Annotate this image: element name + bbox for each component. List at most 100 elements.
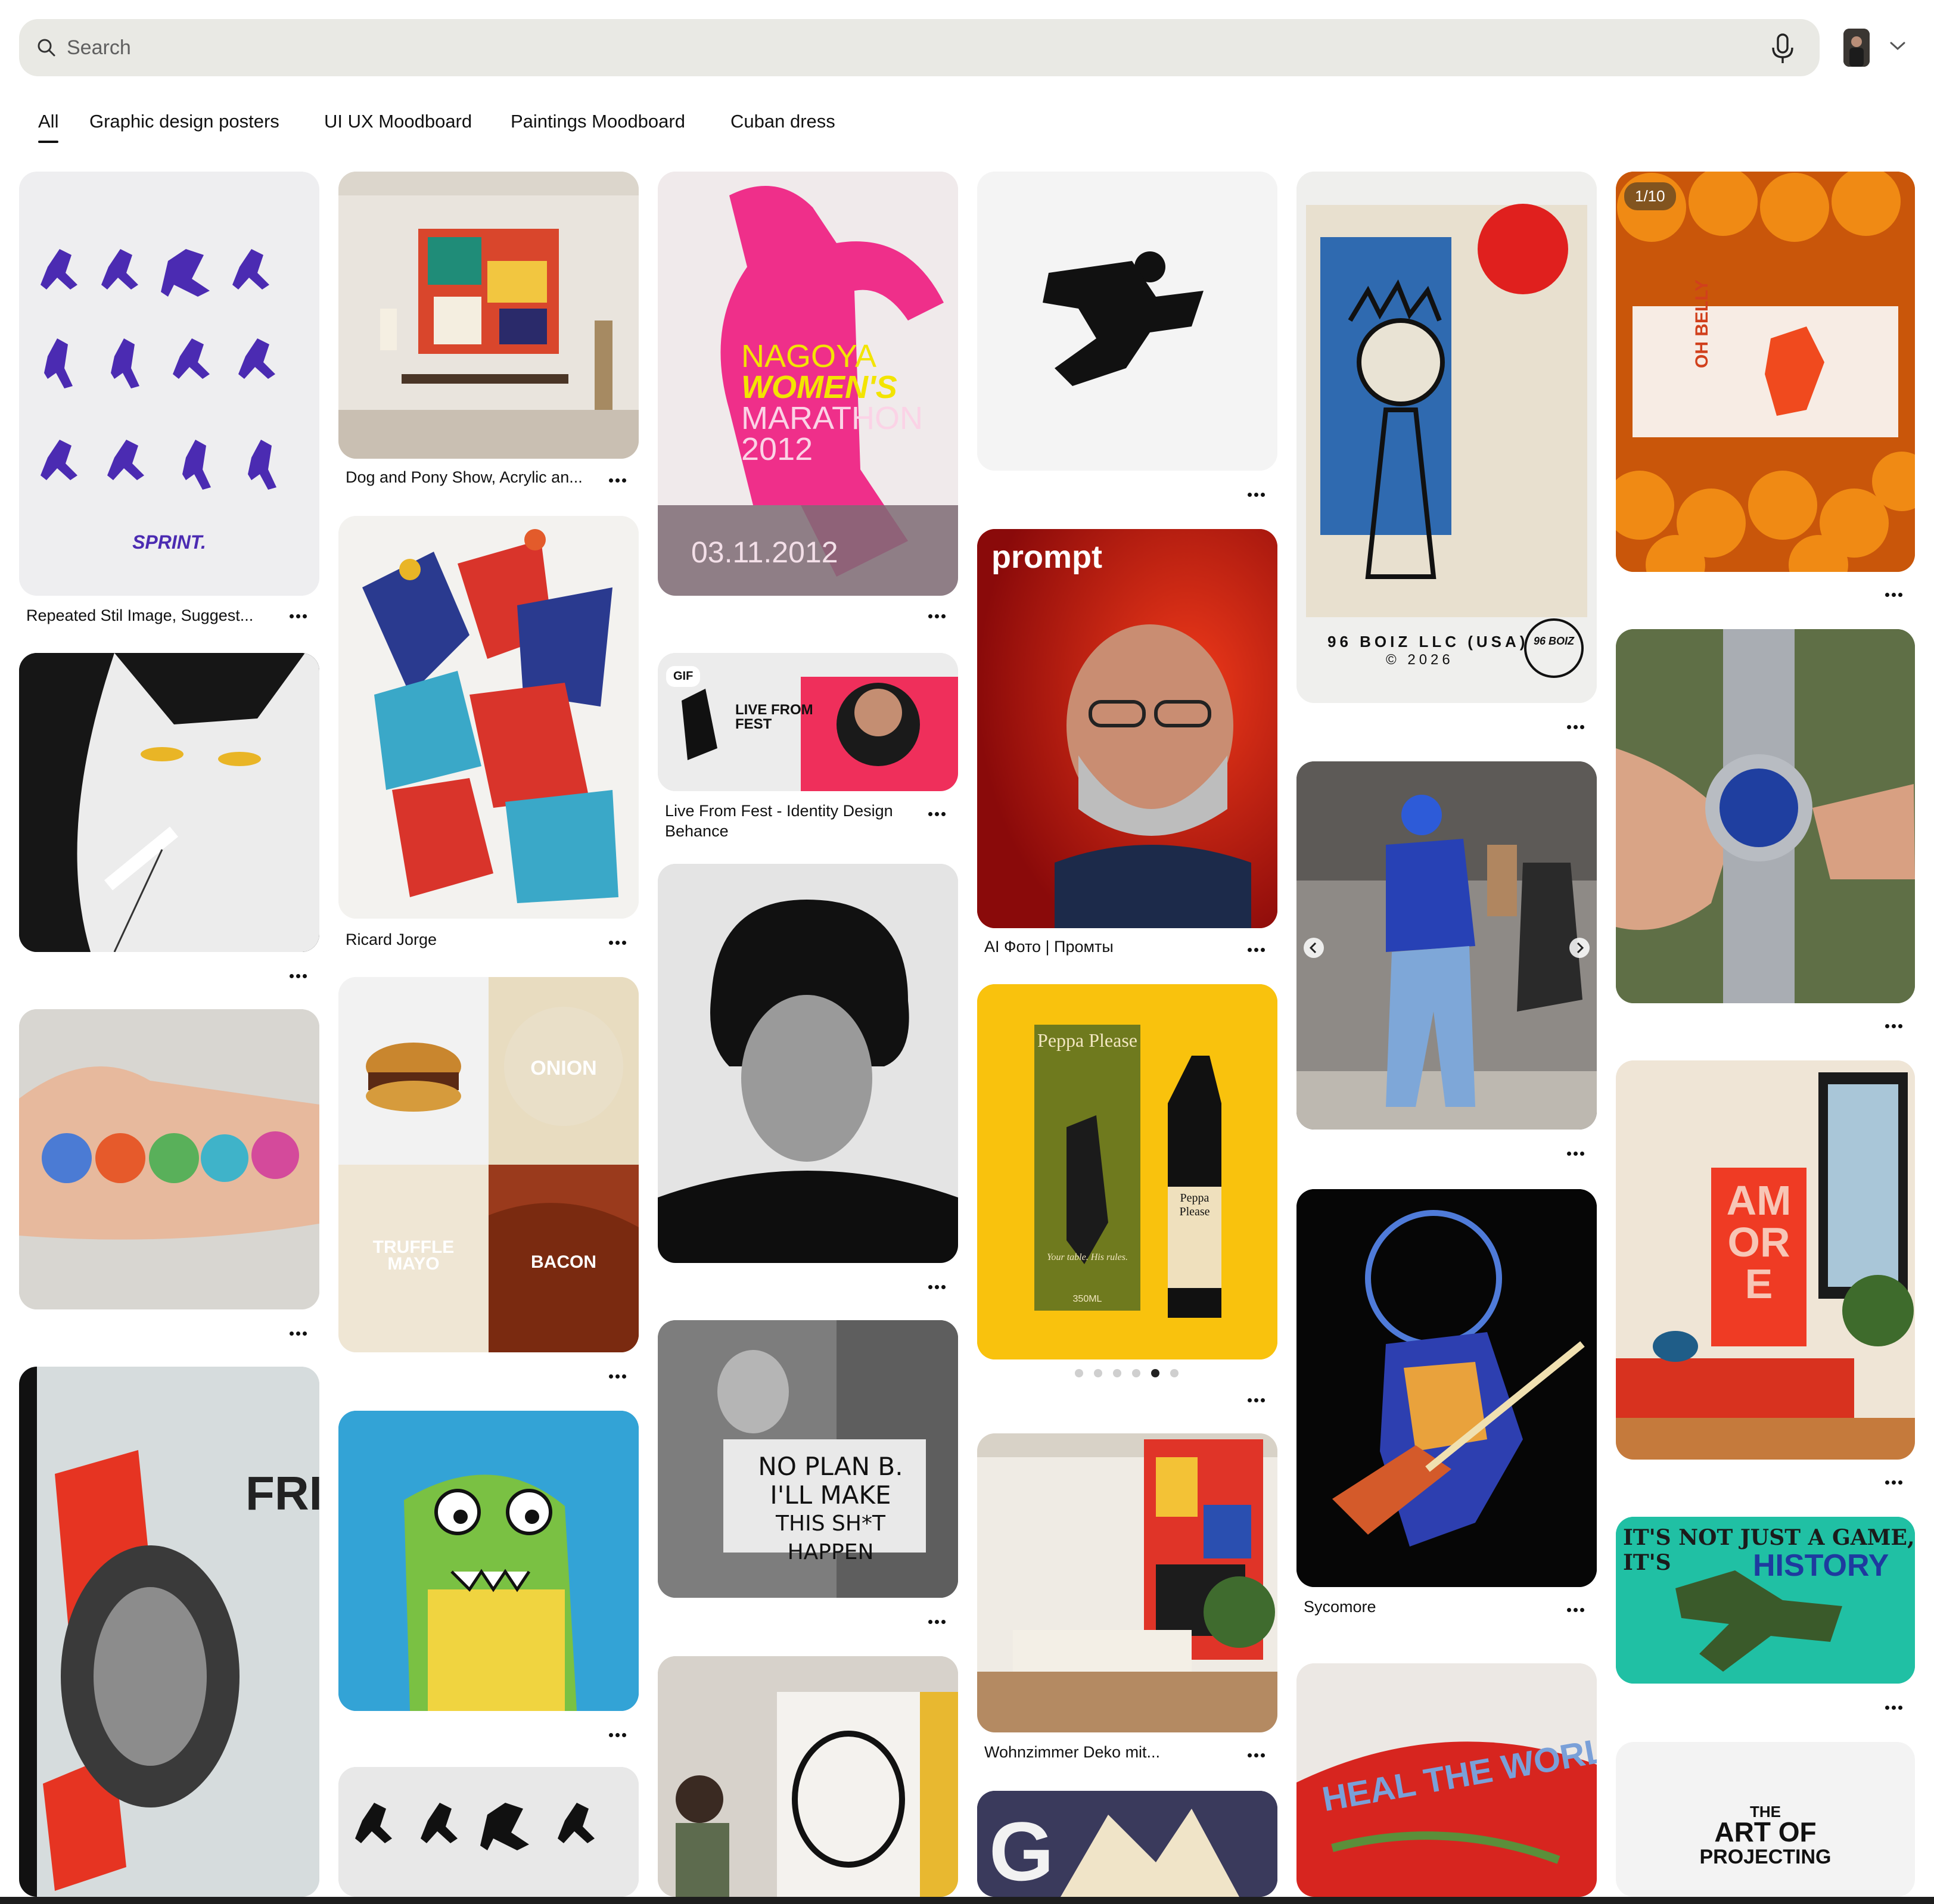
- runner-logo: [977, 172, 1277, 471]
- more-options-icon[interactable]: [285, 611, 311, 621]
- volume-label: 350ML: [1072, 1294, 1102, 1304]
- pin-sprint-poster[interactable]: SPRINT.: [19, 172, 319, 596]
- carousel-dot[interactable]: [1170, 1369, 1179, 1377]
- wristwatch-photo: [1616, 629, 1915, 1003]
- hand-with-masks-photo: [19, 1009, 319, 1309]
- more-options-icon[interactable]: [1243, 945, 1269, 954]
- pin-living-room-art[interactable]: [338, 172, 639, 459]
- pin-title[interactable]: Sycomore: [1304, 1598, 1554, 1616]
- magazine-cover: G: [977, 1791, 1277, 1897]
- more-options-icon[interactable]: [1562, 722, 1588, 732]
- more-options-icon[interactable]: [604, 1371, 630, 1381]
- pin-guitarist[interactable]: [1296, 1189, 1597, 1587]
- carousel-dot[interactable]: [1113, 1369, 1121, 1377]
- pin-nagoya-marathon[interactable]: NAGOYA WOMEN'S MARATHON 2012 03.11.2012: [658, 172, 958, 596]
- carousel-dot[interactable]: [1132, 1369, 1140, 1377]
- pin-count-badge: 1/10: [1624, 182, 1676, 210]
- tab-graphic-design-posters[interactable]: Graphic design posters: [89, 111, 279, 132]
- pin-living-room[interactable]: [977, 1433, 1277, 1732]
- pin-runners-sequence[interactable]: [338, 1767, 639, 1897]
- pin-prompt-portrait[interactable]: prompt: [977, 529, 1277, 928]
- pin-street-style[interactable]: [1296, 761, 1597, 1130]
- pin-title[interactable]: AI Фото | Промты: [984, 938, 1235, 956]
- more-options-icon[interactable]: [1243, 1395, 1269, 1405]
- carousel-dot-active[interactable]: [1151, 1369, 1159, 1377]
- poster-copyright: © 2026: [1386, 652, 1454, 668]
- more-options-icon[interactable]: [924, 1617, 950, 1626]
- search-input[interactable]: [67, 29, 1735, 67]
- more-options-icon[interactable]: [1880, 1021, 1907, 1031]
- avatar[interactable]: [1843, 29, 1870, 67]
- pin-no-plan-b[interactable]: NO PLAN B. I'LL MAKE THIS SH*T HAPPEN: [658, 1320, 958, 1598]
- pin-title[interactable]: Repeated Stil Image, Suggest...: [26, 606, 270, 625]
- pin-live-from-fest[interactable]: LIVE FROM FEST: [658, 653, 958, 791]
- brand-label: Peppa Please: [1037, 1029, 1137, 1051]
- athletes-illustration: [338, 516, 639, 919]
- microphone-icon[interactable]: [1768, 33, 1797, 64]
- pin-red-cap[interactable]: HEAL THE WORLD: [1296, 1663, 1597, 1897]
- pin-history-poster[interactable]: IT'S NOT JUST A GAME, IT'S HISTORY: [1616, 1517, 1915, 1684]
- more-options-icon[interactable]: [924, 611, 950, 621]
- pin-cat-illustration[interactable]: [19, 653, 319, 952]
- more-options-icon[interactable]: [924, 1282, 950, 1292]
- more-options-icon[interactable]: [1562, 1605, 1588, 1614]
- seal-text: 96 BOIZ: [1533, 635, 1575, 647]
- live-from-fest-logo: LIVE FROM FEST: [735, 702, 813, 732]
- burger-ingredients-grid: [338, 977, 639, 1352]
- marathon-date: 03.11.2012: [691, 536, 838, 569]
- pin-art-of-projecting[interactable]: THE ART OF PROJECTING: [1616, 1742, 1915, 1897]
- carousel-dot[interactable]: [1075, 1369, 1083, 1377]
- pin-title[interactable]: Dog and Pony Show, Acrylic an...: [346, 468, 596, 487]
- pin-amore-interior[interactable]: AMORE: [1616, 1060, 1915, 1460]
- pin-title[interactable]: Wohnzimmer Deko mit...: [984, 1743, 1235, 1762]
- pin-runner-logo[interactable]: [977, 172, 1277, 471]
- pin-watch[interactable]: [1616, 629, 1915, 1003]
- pin-title[interactable]: Live From Fest - Identity Design: [665, 802, 915, 820]
- pin-gq-cover[interactable]: G: [977, 1791, 1277, 1897]
- pin-96-boiz-poster[interactable]: 96 BOIZ LLC (USA) © 2026 96 BOIZ: [1296, 172, 1597, 703]
- sprint-logo-text: SPRINT.: [132, 531, 206, 553]
- pin-mask-charms[interactable]: [19, 1009, 319, 1309]
- more-options-icon[interactable]: [1880, 1703, 1907, 1712]
- poster-label: 96 BOIZ LLC (USA): [1327, 633, 1529, 651]
- more-options-icon[interactable]: [924, 809, 950, 819]
- pin-sports-illustration[interactable]: [338, 516, 639, 919]
- carousel-prev-button[interactable]: [1304, 938, 1324, 958]
- pin-dino-painting[interactable]: [338, 1411, 639, 1711]
- search-icon: [38, 39, 55, 57]
- more-options-icon[interactable]: [1880, 590, 1907, 599]
- pin-title[interactable]: Ricard Jorge: [346, 931, 596, 949]
- search-bar[interactable]: [19, 19, 1820, 76]
- more-options-icon[interactable]: [285, 1329, 311, 1338]
- pin-peppa-please[interactable]: Peppa Please Your table. His rules. 350M…: [977, 984, 1277, 1359]
- amore-poster-text: AMORE: [1726, 1177, 1792, 1307]
- more-options-icon[interactable]: [604, 1730, 630, 1740]
- pin-collage-portrait[interactable]: FRI: [19, 1367, 319, 1897]
- pin-oranges-packaging[interactable]: OH BELLY: [1616, 172, 1915, 572]
- more-options-icon[interactable]: [604, 938, 630, 947]
- pin-bw-portrait[interactable]: [658, 864, 958, 1263]
- carousel-dot[interactable]: [1094, 1369, 1102, 1377]
- more-options-icon[interactable]: [1562, 1149, 1588, 1158]
- tab-paintings-moodboard[interactable]: Paintings Moodboard: [511, 111, 685, 132]
- carousel-next-button[interactable]: [1569, 938, 1590, 958]
- more-options-icon[interactable]: [1243, 490, 1269, 499]
- more-options-icon[interactable]: [285, 971, 311, 981]
- tab-ui-ux-moodboard[interactable]: UI UX Moodboard: [324, 111, 472, 132]
- basquiat-style-poster: [1296, 172, 1597, 703]
- tab-all[interactable]: All: [38, 111, 59, 143]
- more-options-icon[interactable]: [1243, 1750, 1269, 1760]
- street-style-photo: [1296, 761, 1597, 1130]
- gif-badge: GIF: [666, 666, 701, 687]
- bw-portrait-photo: [658, 864, 958, 1263]
- more-options-icon[interactable]: [604, 475, 630, 485]
- tab-cuban-dress[interactable]: Cuban dress: [730, 111, 835, 132]
- runners-silhouettes: [338, 1767, 639, 1897]
- tagline: Your table. His rules.: [1047, 1252, 1128, 1262]
- pin-artist-painting[interactable]: [658, 1656, 958, 1897]
- chevron-down-icon[interactable]: [1889, 39, 1907, 52]
- chevron-right-icon: [1577, 942, 1584, 954]
- more-options-icon[interactable]: [1880, 1477, 1907, 1487]
- brand-vertical-text: OH BELLY: [1692, 279, 1712, 368]
- pin-burger-grid[interactable]: ONION TRUFFLE MAYO BACON: [338, 977, 639, 1352]
